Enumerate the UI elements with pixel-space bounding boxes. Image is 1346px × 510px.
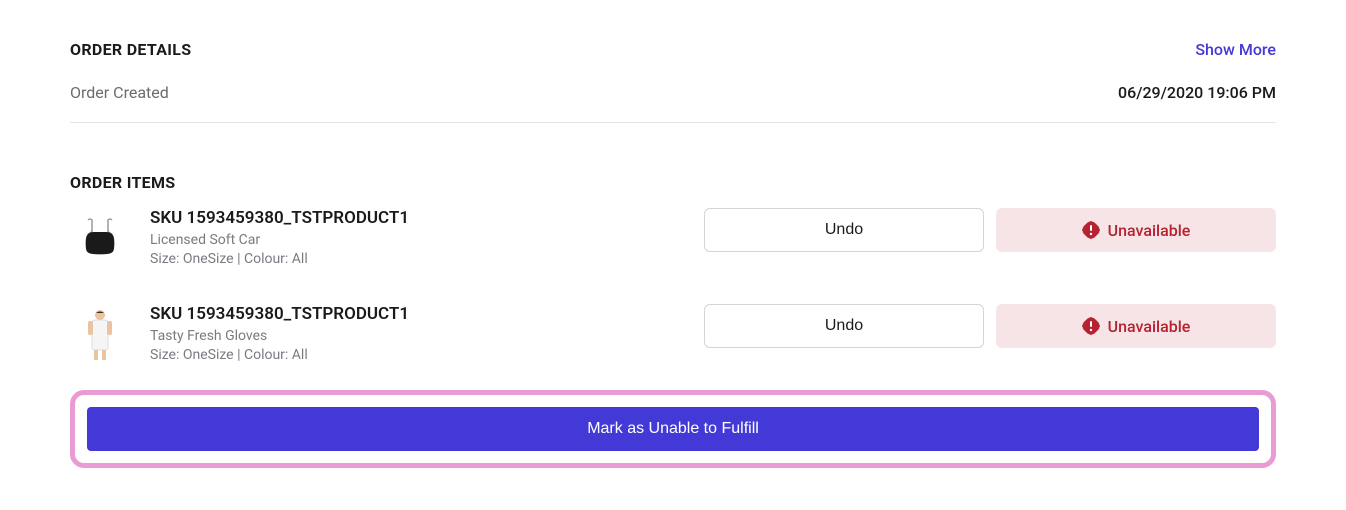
alert-icon [1082,317,1100,335]
undo-button[interactable]: Undo [704,208,984,252]
item-name: Licensed Soft Car [150,232,684,248]
item-sku: SKU 1593459380_TSTPRODUCT1 [150,208,684,228]
item-variant: Size: OneSize | Colour: All [150,251,684,267]
highlighted-action-container: Mark as Unable to Fulfill [70,390,1276,468]
status-text: Unavailable [1108,221,1191,240]
status-text: Unavailable [1108,317,1191,336]
alert-icon [1082,221,1100,239]
order-created-label: Order Created [70,83,169,102]
order-details-title: ORDER DETAILS [70,40,191,59]
item-name: Tasty Fresh Gloves [150,328,684,344]
item-row: SKU 1593459380_TSTPRODUCT1 Tasty Fresh G… [70,304,1276,364]
show-more-link[interactable]: Show More [1195,40,1276,59]
item-row: SKU 1593459380_TSTPRODUCT1 Licensed Soft… [70,208,1276,268]
product-thumbnail [70,208,130,268]
order-created-value: 06/29/2020 19:06 PM [1118,83,1276,102]
order-items-title: ORDER ITEMS [70,173,1276,192]
item-variant: Size: OneSize | Colour: All [150,347,684,363]
product-thumbnail [70,304,130,364]
mark-unable-button[interactable]: Mark as Unable to Fulfill [87,407,1259,451]
status-badge: Unavailable [996,208,1276,252]
item-sku: SKU 1593459380_TSTPRODUCT1 [150,304,684,324]
status-badge: Unavailable [996,304,1276,348]
undo-button[interactable]: Undo [704,304,984,348]
order-created-row: Order Created 06/29/2020 19:06 PM [70,83,1276,123]
